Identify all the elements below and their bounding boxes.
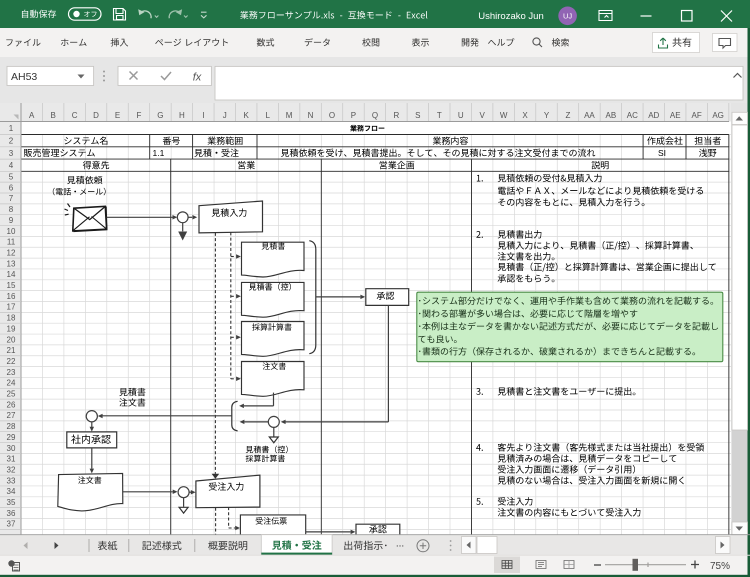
svg-text:14: 14 [7, 270, 16, 279]
svg-text:C: C [72, 111, 78, 120]
svg-text:1: 1 [9, 124, 14, 133]
svg-text:22: 22 [7, 357, 16, 366]
svg-text:35: 35 [7, 498, 16, 507]
svg-text:29: 29 [7, 433, 16, 442]
svg-text:24: 24 [7, 379, 16, 388]
svg-text:K: K [244, 111, 250, 120]
svg-text:Q: Q [372, 111, 378, 120]
svg-text:AF: AF [692, 111, 702, 120]
svg-text:8: 8 [9, 205, 14, 214]
svg-text:AB: AB [606, 111, 617, 120]
svg-text:27: 27 [7, 411, 16, 420]
svg-text:2: 2 [9, 137, 14, 146]
svg-text:M: M [286, 111, 293, 120]
svg-text:34: 34 [7, 487, 16, 496]
svg-text:9: 9 [9, 216, 14, 225]
svg-text:19: 19 [7, 324, 16, 333]
svg-text:I: I [202, 111, 204, 120]
svg-text:J: J [223, 111, 227, 120]
svg-text:7: 7 [9, 194, 14, 203]
svg-text:L: L [265, 111, 270, 120]
svg-text:21: 21 [7, 346, 16, 355]
svg-text:B: B [51, 111, 56, 120]
svg-text:AD: AD [648, 111, 659, 120]
svg-text:75%: 75% [710, 561, 730, 572]
svg-text:U: U [458, 111, 464, 120]
svg-text:H: H [179, 111, 185, 120]
svg-text:Z: Z [566, 111, 571, 120]
svg-text:fx: fx [193, 72, 202, 84]
svg-text:13: 13 [7, 259, 16, 268]
svg-text:Ushirozako Jun: Ushirozako Jun [478, 11, 543, 22]
svg-text:15: 15 [7, 281, 16, 290]
svg-text:4: 4 [9, 161, 14, 170]
svg-text:...: ... [396, 539, 404, 550]
svg-text:32: 32 [7, 465, 16, 474]
svg-text:33: 33 [7, 476, 16, 485]
svg-text:3: 3 [9, 149, 14, 158]
svg-text:Y: Y [544, 111, 550, 120]
svg-text:16: 16 [7, 292, 16, 301]
svg-text:26: 26 [7, 400, 16, 409]
svg-text:UJ: UJ [563, 12, 572, 21]
svg-text:31: 31 [7, 455, 16, 464]
svg-text:AC: AC [627, 111, 638, 120]
svg-text:AE: AE [670, 111, 681, 120]
svg-text:6: 6 [9, 183, 14, 192]
svg-text:30: 30 [7, 444, 16, 453]
svg-text:A: A [29, 111, 35, 120]
svg-text:23: 23 [7, 368, 16, 377]
svg-text:V: V [480, 111, 486, 120]
svg-text:12: 12 [7, 248, 16, 257]
svg-text:1.1: 1.1 [153, 148, 165, 158]
svg-text:F: F [137, 111, 142, 120]
svg-text:SI: SI [658, 148, 666, 158]
svg-text:P: P [351, 111, 356, 120]
svg-text:36: 36 [7, 509, 16, 518]
svg-text:AA: AA [584, 111, 595, 120]
svg-text:17: 17 [7, 303, 16, 312]
svg-text:11: 11 [7, 238, 16, 247]
svg-text:D: D [93, 111, 99, 120]
svg-text:10: 10 [7, 227, 16, 236]
svg-text:28: 28 [7, 422, 16, 431]
svg-text:X: X [522, 111, 528, 120]
svg-text:AG: AG [712, 111, 724, 120]
svg-text:R: R [393, 111, 399, 120]
svg-text:25: 25 [7, 390, 16, 399]
svg-text:AH53: AH53 [11, 71, 37, 83]
svg-text:E: E [115, 111, 120, 120]
svg-text:W: W [500, 111, 508, 120]
svg-text:18: 18 [7, 314, 16, 323]
svg-text:S: S [415, 111, 420, 120]
svg-text:O: O [329, 111, 335, 120]
svg-text:N: N [308, 111, 314, 120]
svg-text:37: 37 [7, 520, 16, 529]
svg-text:G: G [157, 111, 163, 120]
svg-text:T: T [437, 111, 442, 120]
svg-text:5: 5 [9, 173, 14, 182]
svg-text:20: 20 [7, 335, 16, 344]
